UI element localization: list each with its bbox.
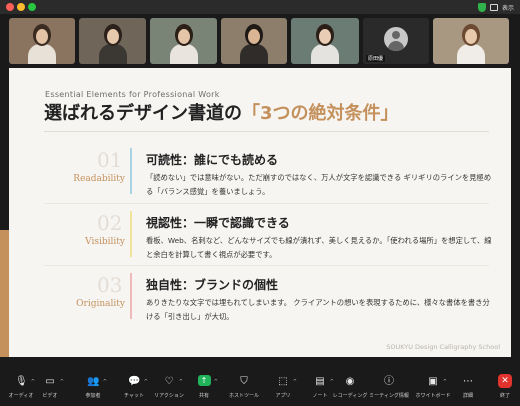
participant-tile[interactable] <box>150 18 217 64</box>
condition-title: 独自性：ブランドの個性 <box>146 278 279 292</box>
shield-icon: ⛉ <box>240 376 248 387</box>
condition-bar <box>130 148 132 194</box>
hostools-button[interactable]: ⛉ ホストツール <box>224 373 264 404</box>
apps-button[interactable]: ⬚ ^ アプリ <box>263 373 303 404</box>
participant-tile[interactable] <box>9 18 75 64</box>
participant-strip: 原田優 <box>0 14 520 68</box>
meeting-toolbar: 🎙 ^ オーディオ ▭ ^ ビデオ 👥 ^ 参加者 💬 ^ チャット ♡ ^ リアクション ↑ ^ 共有 ⛉ ホストツ… <box>0 371 520 406</box>
meeting-window: 表示 原田優 Essential Elements for Profession… <box>0 0 520 406</box>
heading-divider <box>44 131 489 132</box>
view-control[interactable]: 表示 <box>477 2 514 12</box>
toolbar-label: ホワイトボード <box>415 393 451 399</box>
participants-icon: 👥 <box>87 376 100 387</box>
end-button[interactable]: ✕ 終了 <box>485 373 520 404</box>
more-button[interactable]: ⋯ 詳細 <box>448 373 488 404</box>
video-button[interactable]: ▭ ^ ビデオ <box>30 373 70 404</box>
condition-body: 看板、Web、名刺など、どんなサイズでも線が潰れず、美しく見えるか。「使われる場… <box>146 236 492 259</box>
condition-title: 可読性：誰にでも読める <box>146 153 279 167</box>
chevron-up-icon[interactable]: ^ <box>443 379 447 385</box>
participant-video <box>240 44 268 64</box>
participant-tile[interactable] <box>79 18 146 64</box>
condition-label: Readability <box>73 174 125 184</box>
info-button[interactable]: ⓘ ミーティング情報 <box>369 373 409 404</box>
toolbar-label: 参加者 <box>85 393 101 399</box>
chevron-up-icon[interactable]: ^ <box>103 379 107 385</box>
title-bar: 表示 <box>0 0 520 14</box>
slide-footer: SOUKYU Design Calligraphy School <box>386 343 500 351</box>
chevron-up-icon[interactable]: ^ <box>179 379 183 385</box>
condition-title: 視認性：一瞬で認識できる <box>146 216 290 230</box>
participant-video <box>169 44 198 64</box>
participant-face <box>465 29 477 44</box>
participant-video <box>28 44 56 64</box>
whiteboard-icon: ▣ <box>428 376 438 387</box>
participant-name: 原田優 <box>366 55 386 62</box>
share-button[interactable]: ↑ ^ 共有 <box>184 373 224 404</box>
chevron-up-icon[interactable]: ^ <box>293 379 297 385</box>
condition-body: 「読めない」では意味がない。ただ崩すのではなく、万人が文字を認識できる ギリギリ… <box>146 173 492 196</box>
condition-label: Visibility <box>85 237 125 247</box>
chevron-up-icon[interactable]: ^ <box>214 379 218 385</box>
participant-video <box>311 44 339 64</box>
participant-tile[interactable] <box>221 18 287 64</box>
gallery-view-icon <box>489 3 498 11</box>
apps-icon: ⬚ <box>278 376 288 387</box>
toolbar-label: レコーディング <box>332 393 368 399</box>
shared-slide: Essential Elements for Professional Work… <box>9 68 511 357</box>
microphone-icon: 🎙 <box>15 376 28 387</box>
slide-accent-stripe <box>0 230 9 357</box>
participant-face <box>319 29 331 44</box>
share-screen-icon: ↑ <box>197 375 211 386</box>
window-maximize-button[interactable] <box>28 3 36 11</box>
condition-bar <box>130 273 132 319</box>
toolbar-label: 共有 <box>198 393 209 399</box>
toolbar-label: チャット <box>124 393 144 399</box>
condition-label: Originality <box>76 299 125 309</box>
participant-tile[interactable] <box>291 18 359 64</box>
camera-icon: ▭ <box>45 376 55 387</box>
participant-tile[interactable]: 原田優 <box>363 18 429 64</box>
info-icon: ⓘ <box>384 376 394 387</box>
toolbar-label: アプリ <box>275 393 291 399</box>
heart-icon: ♡ <box>164 376 174 387</box>
record-icon: ◉ <box>345 376 355 387</box>
avatar <box>384 27 408 51</box>
chat-icon: 💬 <box>128 376 141 387</box>
heading-highlight: 「3つの絶対条件」 <box>242 103 399 124</box>
participant-face <box>248 29 260 44</box>
more-icon: ⋯ <box>463 376 473 387</box>
toolbar-label: 終了 <box>499 393 510 399</box>
close-icon: ✕ <box>498 374 512 388</box>
condition-body: ありきたりな文字では埋もれてしまいます。 クライアントの想いを表現するために、様… <box>146 298 490 321</box>
reactions-button[interactable]: ♡ ^ リアクション <box>149 373 189 404</box>
participants-button[interactable]: 👥 ^ 参加者 <box>73 373 113 404</box>
participant-face <box>106 29 119 44</box>
toolbar-label: ビデオ <box>42 393 58 399</box>
heading-prefix: 選ばれるデザイン書道の <box>44 103 242 124</box>
window-minimize-button[interactable] <box>17 3 25 11</box>
condition-bar <box>130 211 132 257</box>
chevron-up-icon[interactable]: ^ <box>60 379 64 385</box>
toolbar-label: ミーティング情報 <box>369 393 409 399</box>
participant-tile[interactable] <box>433 18 509 64</box>
participant-video <box>457 44 485 64</box>
chat-button[interactable]: 💬 ^ チャット <box>114 373 154 404</box>
record-button[interactable]: ◉ レコーディング <box>330 373 370 404</box>
participant-video <box>98 44 127 64</box>
whiteboard-button[interactable]: ▣ ^ ホワイトボード <box>413 373 453 404</box>
toolbar-label: 詳細 <box>462 393 473 399</box>
toolbar-label: ホストツール <box>228 393 259 399</box>
slide-eyebrow: Essential Elements for Professional Work <box>45 90 220 99</box>
row-divider <box>44 265 489 266</box>
notes-icon: ▤ <box>315 376 325 387</box>
participant-face <box>177 29 190 44</box>
chevron-up-icon[interactable]: ^ <box>144 379 148 385</box>
view-label: 表示 <box>501 4 514 12</box>
row-divider <box>44 203 489 204</box>
toolbar-label: リアクション <box>154 393 184 399</box>
encryption-shield-icon <box>477 2 486 12</box>
slide-heading: 選ばれるデザイン書道の「3つの絶対条件」 <box>44 99 399 125</box>
window-close-button[interactable] <box>6 3 14 11</box>
participant-face <box>36 29 48 44</box>
